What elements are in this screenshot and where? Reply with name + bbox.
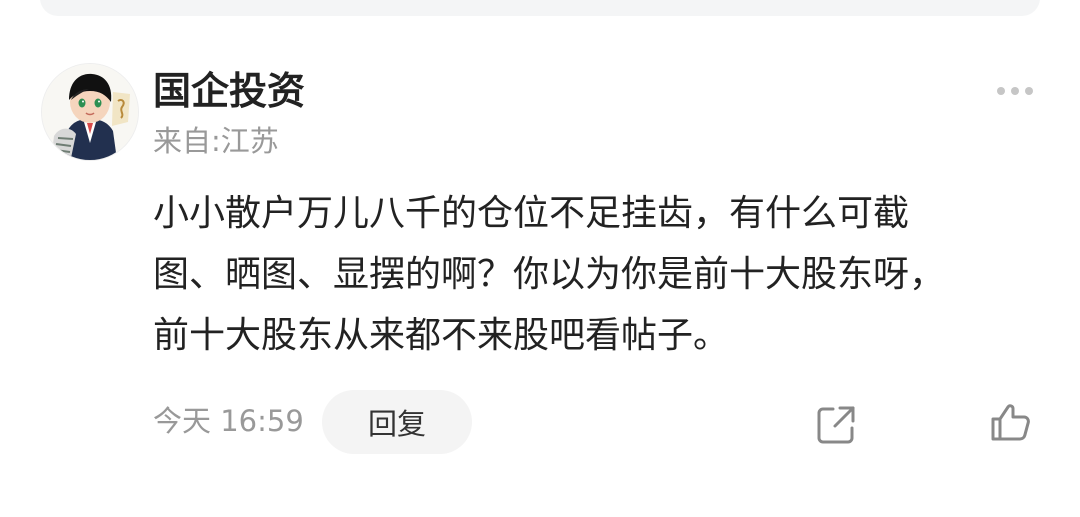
more-options-button[interactable] bbox=[990, 76, 1040, 106]
cartoon-avatar-icon bbox=[42, 64, 138, 160]
comment-body: 小小散户万儿八千的仓位不足挂齿，有什么可截 图、晒图、显摆的啊？你以为你是前十大… bbox=[153, 183, 1045, 366]
share-button[interactable] bbox=[815, 402, 859, 446]
comment-line: 图、晒图、显摆的啊？你以为你是前十大股东呀， bbox=[153, 254, 946, 295]
share-icon bbox=[817, 406, 855, 444]
comment-time: 今天 16:59 bbox=[153, 404, 304, 438]
author-name[interactable]: 国企投资 bbox=[153, 66, 305, 116]
reply-button-label: 回复 bbox=[367, 407, 426, 441]
thumbs-up-icon bbox=[991, 404, 1030, 441]
more-dots-icon bbox=[997, 87, 1005, 95]
more-dots-icon bbox=[1025, 87, 1033, 95]
like-button[interactable] bbox=[988, 399, 1034, 445]
more-dots-icon bbox=[1011, 87, 1019, 95]
previous-card-edge bbox=[40, 0, 1040, 16]
comment-line: 小小散户万儿八千的仓位不足挂齿，有什么可截 bbox=[153, 193, 910, 234]
reply-button[interactable]: 回复 bbox=[322, 390, 472, 454]
comment-page: 国企投资 来自:江苏 小小散户万儿八千的仓位不足挂齿，有什么可截 图、晒图、显摆… bbox=[0, 0, 1080, 517]
comment-line: 前十大股东从来都不来股吧看帖子。 bbox=[153, 315, 730, 356]
avatar[interactable] bbox=[41, 63, 139, 161]
author-location: 来自:江苏 bbox=[153, 124, 279, 158]
